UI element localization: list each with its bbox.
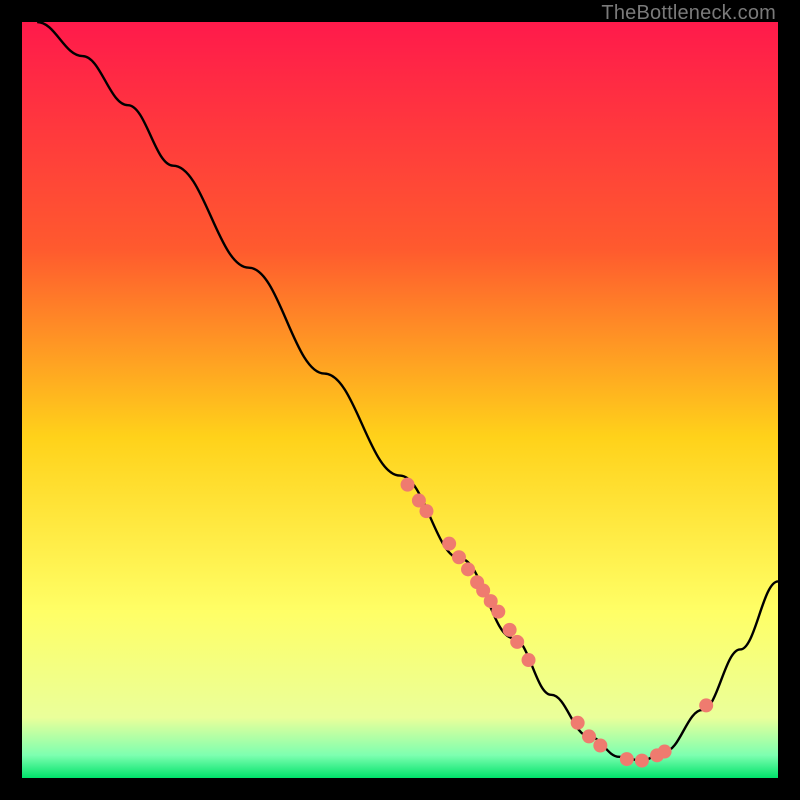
data-point <box>635 754 649 768</box>
data-point <box>658 745 672 759</box>
data-point <box>620 752 634 766</box>
data-point <box>401 478 415 492</box>
data-point <box>503 623 517 637</box>
data-point <box>699 698 713 712</box>
chart-frame <box>22 22 778 778</box>
bottleneck-chart <box>22 22 778 778</box>
data-point <box>419 504 433 518</box>
data-point <box>510 635 524 649</box>
data-point <box>582 729 596 743</box>
data-point <box>522 653 536 667</box>
data-point <box>442 537 456 551</box>
chart-background <box>22 22 778 778</box>
data-point <box>491 605 505 619</box>
data-point <box>571 716 585 730</box>
data-point <box>452 550 466 564</box>
data-point <box>461 562 475 576</box>
data-point <box>593 738 607 752</box>
